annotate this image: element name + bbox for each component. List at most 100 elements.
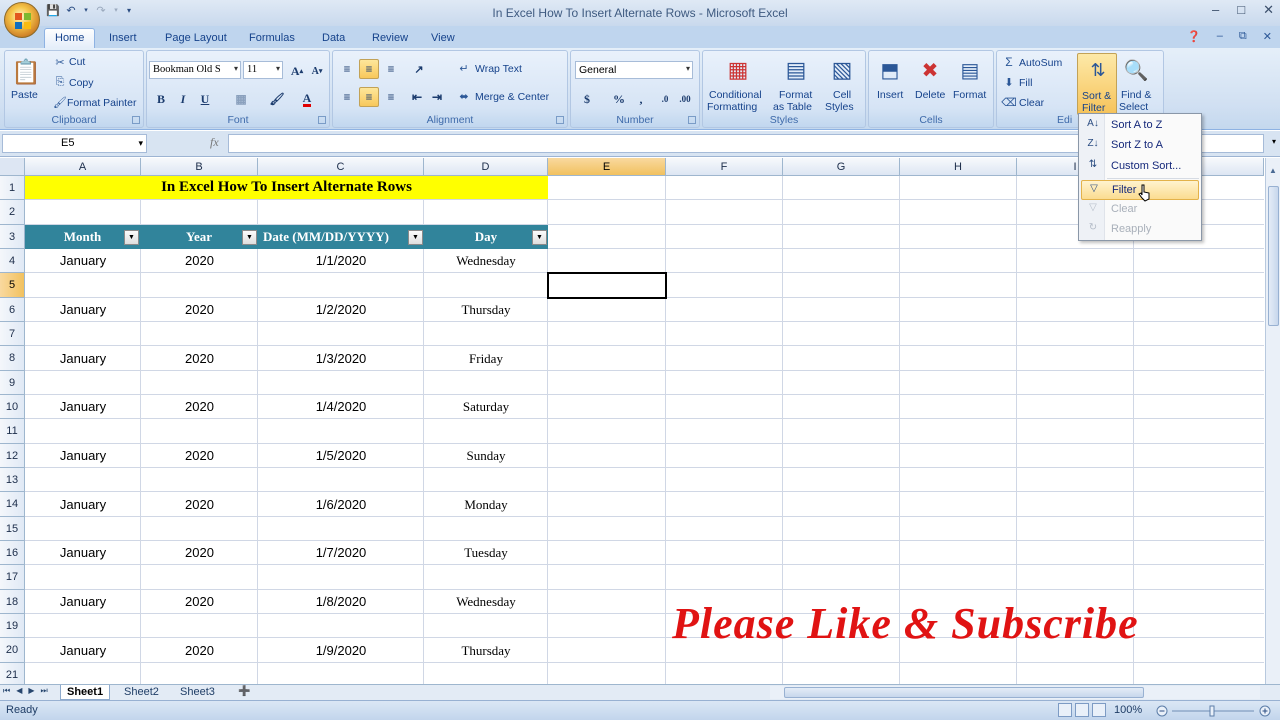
row-header-6[interactable]: 6	[0, 298, 25, 322]
last-sheet-icon[interactable]: ⏭	[41, 686, 48, 696]
page-break-view-icon[interactable]	[1092, 703, 1106, 717]
month-cell[interactable]: January	[25, 541, 141, 565]
first-sheet-icon[interactable]: ⏮	[3, 686, 10, 696]
expand-formula-bar-icon[interactable]: ▾	[1272, 137, 1276, 146]
day-cell[interactable]: Saturday	[424, 395, 548, 419]
year-cell[interactable]: 2020	[141, 590, 258, 614]
row-header-10[interactable]: 10	[0, 395, 25, 419]
doc-close-icon[interactable]: ✕	[1263, 30, 1272, 43]
sheet-title-cell[interactable]: In Excel How To Insert Alternate Rows	[25, 176, 548, 199]
align-bottom-icon[interactable]: ≡	[381, 59, 401, 79]
row-header-9[interactable]: 9	[0, 371, 25, 395]
doc-minimize-icon[interactable]: –	[1217, 30, 1223, 43]
copy-button[interactable]: Copy	[69, 77, 94, 89]
date-cell[interactable]: 1/4/2020	[258, 395, 424, 419]
date-cell[interactable]: 1/8/2020	[258, 590, 424, 614]
menu-custom-sort[interactable]: ⇅ Custom Sort...	[1081, 157, 1199, 177]
row-header-4[interactable]: 4	[0, 249, 25, 273]
year-cell[interactable]: 2020	[141, 249, 258, 273]
increase-indent-icon[interactable]: ⇥	[427, 87, 447, 107]
column-header-f[interactable]: F	[666, 158, 783, 176]
merge-center-button[interactable]: Merge & Center	[475, 91, 549, 103]
comma-icon[interactable]: ,	[631, 89, 651, 109]
day-cell[interactable]: Thursday	[424, 638, 548, 663]
zoom-slider[interactable]	[1156, 705, 1272, 717]
vertical-scroll-thumb[interactable]	[1268, 186, 1279, 326]
find-select-line2[interactable]: Select	[1119, 101, 1148, 113]
align-top-icon[interactable]: ≡	[337, 59, 357, 79]
tab-insert[interactable]: Insert	[99, 29, 147, 47]
autosum-button[interactable]: AutoSum	[1019, 57, 1062, 69]
month-cell[interactable]: January	[25, 395, 141, 419]
row-header-8[interactable]: 8	[0, 346, 25, 371]
tab-page-layout[interactable]: Page Layout	[155, 29, 237, 47]
delete-cells-button[interactable]: Delete	[915, 89, 945, 101]
date-cell[interactable]: 1/7/2020	[258, 541, 424, 565]
sheet-tab-sheet1[interactable]: Sheet1	[60, 685, 111, 700]
page-layout-view-icon[interactable]	[1075, 703, 1089, 717]
conditional-formatting-line1[interactable]: Conditional	[709, 89, 762, 101]
align-middle-icon[interactable]: ≡	[359, 59, 379, 79]
minimize-icon[interactable]: –	[1212, 2, 1219, 18]
month-cell[interactable]: January	[25, 249, 141, 273]
help-icon[interactable]: ❓	[1187, 30, 1201, 43]
insert-sheet-icon[interactable]: ➕	[232, 685, 256, 700]
save-icon[interactable]: 💾	[46, 4, 60, 18]
year-cell[interactable]: 2020	[141, 395, 258, 419]
date-cell[interactable]: 1/2/2020	[258, 298, 424, 322]
month-cell[interactable]: January	[25, 346, 141, 371]
font-size-select[interactable]: 11 ▾	[243, 61, 283, 79]
borders-icon[interactable]: ▦	[231, 89, 251, 109]
percent-icon[interactable]: %	[609, 89, 629, 109]
menu-reapply[interactable]: ↻ Reapply	[1081, 220, 1199, 240]
number-launcher-icon[interactable]	[688, 116, 696, 124]
row-header-18[interactable]: 18	[0, 590, 25, 614]
menu-sort-z-a[interactable]: Z↓ Sort Z to A	[1081, 136, 1199, 156]
align-right-icon[interactable]: ≡	[381, 87, 401, 107]
undo-icon[interactable]: ↶	[64, 4, 78, 18]
month-cell[interactable]: January	[25, 444, 141, 468]
italic-button[interactable]: I	[173, 89, 193, 109]
number-format-select[interactable]: General ▾	[575, 61, 693, 79]
fill-button[interactable]: Fill	[1019, 77, 1032, 89]
row-header-5[interactable]: 5	[0, 273, 25, 298]
wrap-text-button[interactable]: Wrap Text	[475, 63, 522, 75]
format-as-table-line2[interactable]: as Table	[773, 101, 812, 113]
row-header-7[interactable]: 7	[0, 322, 25, 346]
header-month[interactable]: Month	[25, 225, 140, 249]
cell-styles-line1[interactable]: Cell	[833, 89, 851, 101]
shrink-font-button[interactable]: A ▾	[307, 61, 327, 81]
format-as-table-line1[interactable]: Format	[779, 89, 812, 101]
font-name-select[interactable]: Bookman Old S ▾	[149, 61, 241, 79]
date-cell[interactable]: 1/9/2020	[258, 638, 424, 663]
date-cell[interactable]: 1/3/2020	[258, 346, 424, 371]
decrease-indent-icon[interactable]: ⇤	[407, 87, 427, 107]
month-cell[interactable]: January	[25, 590, 141, 614]
menu-clear[interactable]: ▽ Clear	[1081, 200, 1199, 220]
cut-button[interactable]: Cut	[69, 56, 85, 68]
column-header-a[interactable]: A	[25, 158, 141, 176]
day-cell[interactable]: Thursday	[424, 298, 548, 322]
redo-dropdown-icon[interactable]: ▾	[112, 4, 120, 18]
row-header-13[interactable]: 13	[0, 468, 25, 492]
increase-decimal-icon[interactable]: .0	[655, 89, 675, 109]
name-box[interactable]: E5 ▾	[2, 134, 147, 153]
row-header-2[interactable]: 2	[0, 200, 25, 225]
clipboard-launcher-icon[interactable]	[132, 116, 140, 124]
day-cell[interactable]: Wednesday	[424, 590, 548, 614]
row-header-20[interactable]: 20	[0, 638, 25, 663]
font-color-icon[interactable]: A	[297, 89, 317, 109]
currency-icon[interactable]: $	[577, 89, 597, 109]
header-date[interactable]: Date (MM/DD/YYYY)	[259, 225, 409, 249]
worksheet-grid[interactable]: ABCDEFGHI 1 2 3 4 5 6 7 8 9 10 11 12 13 14 15 16 17 18 19 2…	[0, 158, 1264, 684]
paste-icon[interactable]: 📋	[11, 55, 41, 89]
prev-sheet-icon[interactable]: ◀	[16, 686, 22, 696]
column-header-d[interactable]: D	[424, 158, 548, 176]
row-header-11[interactable]: 11	[0, 419, 25, 444]
active-cell-e5[interactable]	[547, 272, 667, 299]
year-cell[interactable]: 2020	[141, 444, 258, 468]
clear-button[interactable]: Clear	[1019, 97, 1044, 109]
month-cell[interactable]: January	[25, 298, 141, 322]
conditional-formatting-line2[interactable]: Formatting	[707, 101, 757, 113]
horizontal-scroll-thumb[interactable]	[784, 687, 1144, 698]
